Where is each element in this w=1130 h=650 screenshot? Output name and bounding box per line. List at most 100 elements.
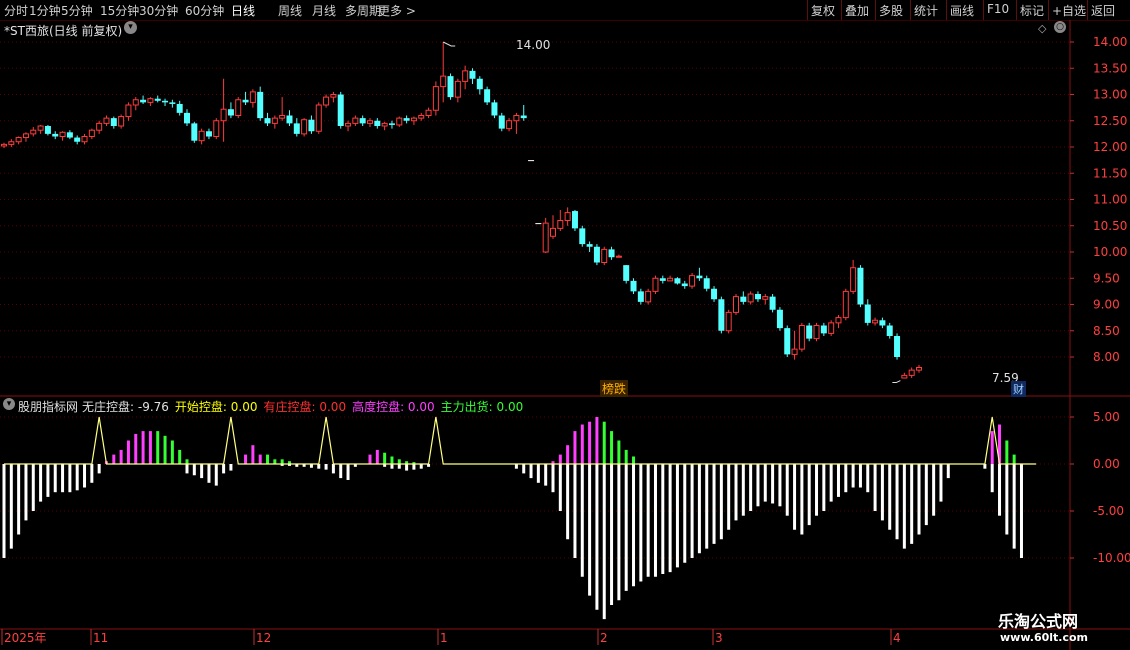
date-tick-label: 4 bbox=[893, 631, 901, 645]
candle-body bbox=[696, 275, 703, 279]
min-pointer bbox=[892, 380, 901, 384]
candle-body bbox=[15, 137, 22, 143]
candle-body bbox=[601, 248, 608, 263]
readout-0: 无庄控盘: -9.76 bbox=[82, 400, 169, 414]
date-tick-label: 2 bbox=[600, 631, 608, 645]
date-tick-label: 11 bbox=[93, 631, 108, 645]
indicator-readouts: 无庄控盘: -9.76 开始控盘: 0.00 有庄控盘: 0.00 高度控盘: 0.0… bbox=[82, 398, 529, 415]
candle-body bbox=[359, 118, 366, 124]
readout-3: 高度控盘: 0.00 bbox=[352, 400, 435, 414]
candle-body bbox=[440, 75, 447, 88]
candle-body bbox=[293, 123, 300, 134]
candle-body bbox=[872, 319, 879, 324]
event-tag-limit-down[interactable]: 榜跌 bbox=[600, 380, 629, 397]
indicator-tick-label: 5.00 bbox=[1093, 410, 1120, 424]
candle-body bbox=[66, 132, 73, 138]
chevron-down-icon[interactable]: ▾ bbox=[124, 21, 137, 34]
date-tick-label: 12 bbox=[256, 631, 271, 645]
candle-body bbox=[410, 117, 417, 122]
candle-body bbox=[213, 120, 220, 137]
candle-body bbox=[271, 117, 278, 124]
candle-body bbox=[652, 277, 659, 292]
candle-body bbox=[791, 348, 798, 355]
candle-body bbox=[674, 278, 681, 284]
readout-4: 主力出货: 0.00 bbox=[440, 400, 524, 414]
candle-body bbox=[681, 283, 688, 287]
settings-circle-icon[interactable]: ○ bbox=[1054, 21, 1066, 33]
indicator-tick-label: -10.00 bbox=[1093, 551, 1130, 565]
price-tick-label: 8.50 bbox=[1093, 324, 1120, 338]
price-tick-label: 12.50 bbox=[1093, 114, 1127, 128]
price-tick-label: 10.50 bbox=[1093, 219, 1127, 233]
candle-body bbox=[8, 141, 15, 145]
candle-body bbox=[615, 255, 622, 258]
candle-body bbox=[908, 369, 915, 376]
candle-body bbox=[205, 131, 212, 137]
candle-body bbox=[608, 249, 615, 258]
candle-body bbox=[579, 228, 586, 245]
candle-body bbox=[59, 131, 66, 138]
price-tick-label: 11.50 bbox=[1093, 166, 1127, 180]
event-tag-finance[interactable]: 财 bbox=[1011, 381, 1026, 397]
candle-body bbox=[491, 102, 498, 116]
candle-body bbox=[257, 91, 264, 119]
candle-body bbox=[37, 125, 44, 131]
chevron-down-icon[interactable]: ▾ bbox=[3, 398, 15, 410]
candle-body bbox=[235, 99, 242, 116]
candle-body bbox=[820, 325, 827, 334]
price-tick-label: 13.00 bbox=[1093, 88, 1127, 102]
candle-body bbox=[125, 104, 132, 118]
indicator-tick-label: 0.00 bbox=[1093, 457, 1120, 471]
watermark-url: www.60lt.com bbox=[1000, 631, 1089, 644]
candle-body bbox=[264, 118, 271, 124]
candle-body bbox=[462, 70, 469, 82]
candle-body bbox=[754, 294, 761, 300]
candle-body bbox=[769, 296, 776, 310]
candle-body bbox=[140, 99, 147, 103]
candle-body bbox=[894, 336, 901, 357]
candle-body bbox=[418, 115, 425, 119]
candle-body bbox=[630, 280, 637, 292]
candle-body bbox=[147, 98, 154, 103]
candle-body bbox=[432, 86, 439, 111]
candle-body bbox=[301, 119, 308, 135]
candle-body bbox=[1, 143, 7, 147]
candle-body bbox=[374, 120, 381, 126]
candle-body bbox=[901, 374, 908, 379]
candle-body bbox=[637, 291, 644, 302]
indicator-name: 股朋指标网 bbox=[18, 400, 79, 414]
price-tick-label: 8.00 bbox=[1093, 350, 1120, 364]
price-tick-label: 14.00 bbox=[1093, 35, 1127, 49]
candle-body bbox=[828, 322, 835, 334]
readout-2: 有庄控盘: 0.00 bbox=[263, 400, 347, 414]
candle-body bbox=[30, 129, 37, 135]
stock-title: *ST西旅(日线 前复权) bbox=[4, 24, 123, 38]
candle-body bbox=[454, 80, 461, 98]
candle-body bbox=[557, 220, 564, 229]
candle-body bbox=[22, 133, 29, 139]
candle-body bbox=[154, 98, 161, 101]
candle-body bbox=[593, 246, 600, 263]
readout-1: 开始控盘: 0.00 bbox=[174, 400, 258, 414]
candle-body bbox=[740, 296, 747, 302]
candle-body bbox=[345, 122, 352, 127]
candle-body bbox=[169, 102, 176, 104]
watermark-title: 乐淘公式网 bbox=[998, 612, 1079, 631]
candle-body bbox=[279, 115, 286, 119]
candle-body bbox=[506, 120, 513, 130]
candle-body bbox=[835, 317, 842, 324]
candle-body bbox=[388, 123, 395, 125]
price-tick-label: 9.00 bbox=[1093, 298, 1120, 312]
candle-body bbox=[542, 222, 549, 253]
candle-body bbox=[645, 290, 652, 303]
candle-body bbox=[118, 116, 125, 127]
diamond-icon[interactable]: ◇ bbox=[1038, 22, 1046, 35]
candle-body bbox=[227, 109, 234, 116]
candle-body bbox=[513, 115, 520, 122]
candle-body bbox=[352, 117, 359, 124]
candle-body bbox=[776, 309, 783, 329]
candle-body bbox=[220, 108, 227, 122]
candle-body bbox=[886, 325, 893, 336]
max-pointer bbox=[442, 41, 456, 47]
candle-body bbox=[403, 118, 410, 121]
